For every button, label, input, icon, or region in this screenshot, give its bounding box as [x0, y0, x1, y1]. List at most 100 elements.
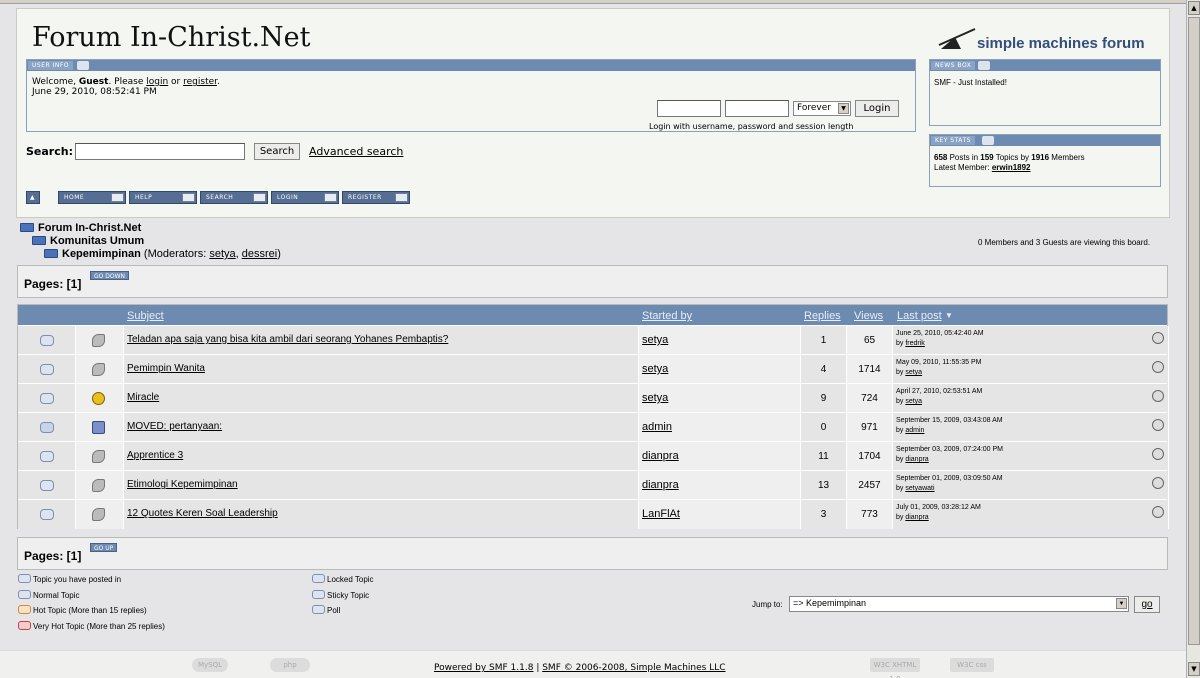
search-button[interactable]: Search [254, 143, 300, 160]
pages-bar-top: Pages: [1] GO DOWN [17, 265, 1168, 298]
last-post-cell: September 01, 2009, 03:09:50 AM by setyaw… [893, 471, 1169, 500]
key-stats-box: KEY STATS 658 Posts in 159 Topics by 191… [929, 134, 1161, 187]
scroll-down-arrow-icon[interactable]: ▼ [1188, 662, 1200, 676]
last-post-user-link[interactable]: setyawati [905, 485, 934, 492]
smf-logo[interactable]: simple machines forum [937, 23, 1157, 57]
topic-type-cell [18, 442, 76, 471]
up-arrow-icon: ▲ [30, 194, 36, 201]
key-stats-tag: KEY STATS [931, 136, 975, 145]
breadcrumb-board[interactable]: Kepemimpinan [62, 248, 141, 260]
reply-count: 3 [820, 509, 827, 520]
login-link[interactable]: login [146, 77, 168, 87]
topic-subject-link[interactable]: MOVED: pertanyaan: [127, 421, 222, 432]
pages-label[interactable]: Pages: [1] [24, 549, 81, 563]
col-last-post[interactable]: Last post [897, 310, 942, 322]
topic-subject-link[interactable]: Miracle [127, 392, 159, 403]
collapse-icon[interactable] [77, 61, 89, 70]
subject-cell: Apprentice 3 [124, 442, 639, 471]
scrollbar-thumb[interactable] [1188, 17, 1200, 645]
topic-subject-link[interactable]: Pemimpin Wanita [127, 363, 205, 374]
subject-cell: Miracle [124, 384, 639, 413]
register-link[interactable]: register [183, 77, 217, 87]
go-down-button[interactable]: GO DOWN [90, 271, 130, 280]
copyright-link[interactable]: SMF © 2006-2008, Simple Machines LLC [542, 663, 725, 673]
last-post-user-link[interactable]: admin [905, 427, 924, 434]
login-button[interactable]: Login [855, 100, 899, 117]
last-post-icon[interactable] [1152, 477, 1164, 489]
col-started-by[interactable]: Started by [642, 310, 692, 322]
last-post-icon[interactable] [1152, 419, 1164, 431]
scroll-up-arrow-icon[interactable]: ▲ [1188, 1, 1200, 15]
password-input[interactable] [725, 100, 789, 117]
topic-status-icon [40, 364, 54, 375]
table-row: MOVED: pertanyaan: admin 0 971 September 15,… [18, 412, 1169, 442]
powered-by-link[interactable]: Powered by SMF 1.1.8 [434, 663, 533, 673]
topic-starter-link[interactable]: dianpra [642, 479, 679, 491]
sort-desc-icon[interactable]: ▼ [945, 311, 953, 320]
topic-subject-link[interactable]: Teladan apa saja yang bisa kita ambil da… [127, 334, 448, 345]
news-icon[interactable] [978, 61, 990, 70]
normal-message-icon [92, 334, 105, 347]
last-post-cell: September 15, 2009, 03:43:08 AM by admin [893, 413, 1169, 442]
search-nav-button[interactable]: SEARCH [200, 191, 268, 204]
last-post-icon[interactable] [1152, 506, 1164, 518]
jump-go-button[interactable]: go [1134, 596, 1160, 613]
topic-subject-link[interactable]: 12 Quotes Keren Soal Leadership [127, 508, 278, 519]
topic-subject-link[interactable]: Etimologi Kepemimpinan [127, 479, 238, 490]
w3c-xhtml-badge[interactable]: W3C XHTML 1.0 [870, 658, 920, 678]
pages-label[interactable]: Pages: [1] [24, 277, 81, 291]
last-post-icon[interactable] [1152, 361, 1164, 373]
replies-cell: 0 [801, 413, 847, 442]
moderator-link[interactable]: setya [209, 248, 235, 260]
help-button[interactable]: HELP [129, 191, 197, 204]
stats-icon[interactable] [982, 136, 994, 145]
vertical-scrollbar[interactable]: ▲ ▼ [1186, 0, 1200, 678]
login-nav-button[interactable]: LOGIN [271, 191, 339, 204]
normal-message-icon [92, 450, 105, 463]
register-nav-button[interactable]: REGISTER [342, 191, 410, 204]
col-replies[interactable]: Replies [804, 310, 841, 322]
php-logo[interactable]: php [270, 658, 310, 672]
username-input[interactable] [657, 100, 721, 117]
last-post-user-link[interactable]: setya [905, 369, 922, 376]
reply-count: 13 [817, 480, 830, 491]
views-cell: 1714 [847, 355, 893, 384]
moderator-link[interactable]: dessrei [242, 248, 277, 260]
chevron-down-icon[interactable]: ▼ [1116, 598, 1127, 609]
home-button[interactable]: HOME [58, 191, 126, 204]
go-up-button[interactable]: GO UP [90, 543, 118, 552]
topic-starter-link[interactable]: LanFlAt [642, 508, 680, 520]
last-post-user-link[interactable]: fredrik [905, 340, 924, 347]
breadcrumb-forum[interactable]: Forum In-Christ.Net [38, 222, 141, 234]
jump-select[interactable]: => Kepemimpinan ▼ [789, 596, 1129, 612]
moved-icon [92, 421, 105, 434]
col-views[interactable]: Views [854, 310, 883, 322]
footer: MySQL php Powered by SMF 1.1.8 | SMF © 2… [0, 650, 1186, 678]
topic-starter-link[interactable]: setya [642, 334, 668, 346]
col-subject[interactable]: Subject [127, 310, 164, 322]
topic-starter-link[interactable]: dianpra [642, 450, 679, 462]
topic-starter-link[interactable]: setya [642, 363, 668, 375]
last-post-user-link[interactable]: dianpra [905, 514, 928, 521]
session-length-select[interactable]: Forever ▼ [793, 101, 851, 116]
w3c-css-badge[interactable]: W3C css [950, 658, 994, 672]
latest-member-link[interactable]: erwin1892 [992, 163, 1031, 172]
search-input[interactable] [75, 143, 245, 160]
advanced-search-link[interactable]: Advanced search [309, 145, 403, 158]
last-post-icon[interactable] [1152, 332, 1164, 344]
last-post-cell: July 01, 2009, 03:28:12 AM by dianpra [893, 500, 1169, 529]
table-row: 12 Quotes Keren Soal Leadership LanFlAt 3 7… [18, 499, 1169, 529]
last-post-icon[interactable] [1152, 448, 1164, 460]
last-post-icon[interactable] [1152, 390, 1164, 402]
topic-starter-link[interactable]: setya [642, 392, 668, 404]
topic-starter-link[interactable]: admin [642, 421, 672, 433]
last-post-user-link[interactable]: dianpra [905, 456, 928, 463]
mysql-logo[interactable]: MySQL [192, 658, 228, 672]
chevron-down-icon[interactable]: ▼ [838, 103, 849, 114]
message-icon-cell [76, 413, 124, 442]
breadcrumb-category[interactable]: Komunitas Umum [50, 235, 144, 247]
topic-subject-link[interactable]: Apprentice 3 [127, 450, 183, 461]
collapse-header-button[interactable]: ▲ [26, 191, 40, 204]
footer-credits: Powered by SMF 1.1.8 | SMF © 2006-2008, … [434, 663, 726, 673]
last-post-user-link[interactable]: setya [905, 398, 922, 405]
